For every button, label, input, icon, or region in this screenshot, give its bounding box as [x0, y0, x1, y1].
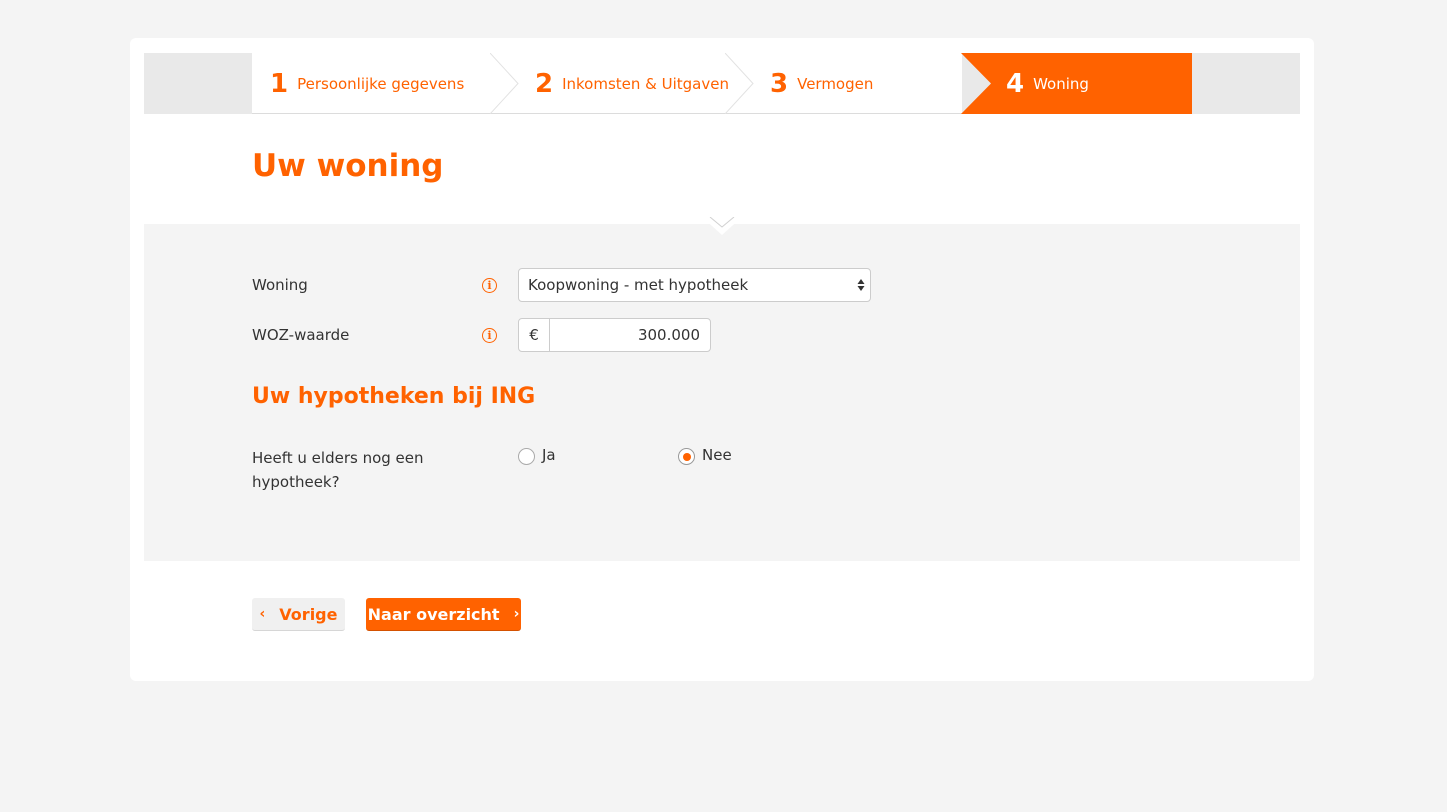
woz-label: WOZ-waarde — [252, 326, 350, 344]
step-number: 1 — [270, 68, 289, 99]
radio-nee-label[interactable]: Nee — [702, 446, 732, 464]
progress-stepper: 1 Persoonlijke gegevens 2 Inkomsten & Ui… — [144, 53, 1300, 114]
step-number: 2 — [535, 68, 554, 99]
woning-select-value: Koopwoning - met hypotheek — [528, 276, 749, 294]
step-1[interactable]: 1 Persoonlijke gegevens — [270, 53, 464, 114]
form-panel: Woning i Koopwoning - met hypotheek WOZ-… — [144, 217, 1300, 561]
woning-select[interactable]: Koopwoning - met hypotheek — [518, 268, 871, 302]
page-title: Uw woning — [252, 148, 444, 184]
step-2[interactable]: 2 Inkomsten & Uitgaven — [535, 53, 729, 114]
panel-notch-icon — [702, 217, 742, 235]
info-icon[interactable]: i — [482, 278, 497, 293]
select-arrows-icon — [857, 279, 865, 291]
step-3[interactable]: 3 Vermogen — [770, 53, 873, 114]
overview-button[interactable]: Naar overzicht › — [366, 598, 521, 631]
currency-addon: € — [519, 319, 550, 351]
woz-input[interactable]: € 300.000 — [518, 318, 711, 352]
chevron-right-icon: › — [513, 606, 520, 622]
step-divider-icon — [490, 53, 519, 114]
chevron-left-icon: ‹ — [259, 606, 266, 622]
step-4[interactable]: 4 Woning — [1006, 53, 1089, 114]
woz-value[interactable]: 300.000 — [550, 326, 710, 344]
prev-button[interactable]: ‹ Vorige — [252, 598, 345, 631]
section-title: Uw hypotheken bij ING — [252, 384, 536, 409]
step-label: Persoonlijke gegevens — [297, 74, 465, 93]
overview-button-label: Naar overzicht — [367, 604, 500, 624]
radio-nee[interactable] — [678, 448, 695, 465]
step-label: Inkomsten & Uitgaven — [562, 74, 729, 93]
calculator-card: 1 Persoonlijke gegevens 2 Inkomsten & Ui… — [130, 38, 1314, 681]
step-label: Woning — [1033, 74, 1089, 93]
question-label: Heeft u elders nog een hypotheek? — [252, 449, 424, 491]
step-number: 4 — [1006, 68, 1025, 99]
info-icon[interactable]: i — [482, 328, 497, 343]
step-label: Vermogen — [797, 74, 874, 93]
woning-label: Woning — [252, 276, 308, 294]
step-divider-icon — [725, 53, 754, 114]
prev-button-label: Vorige — [279, 604, 338, 624]
radio-ja-label[interactable]: Ja — [542, 446, 556, 464]
step-number: 3 — [770, 68, 789, 99]
radio-ja[interactable] — [518, 448, 535, 465]
